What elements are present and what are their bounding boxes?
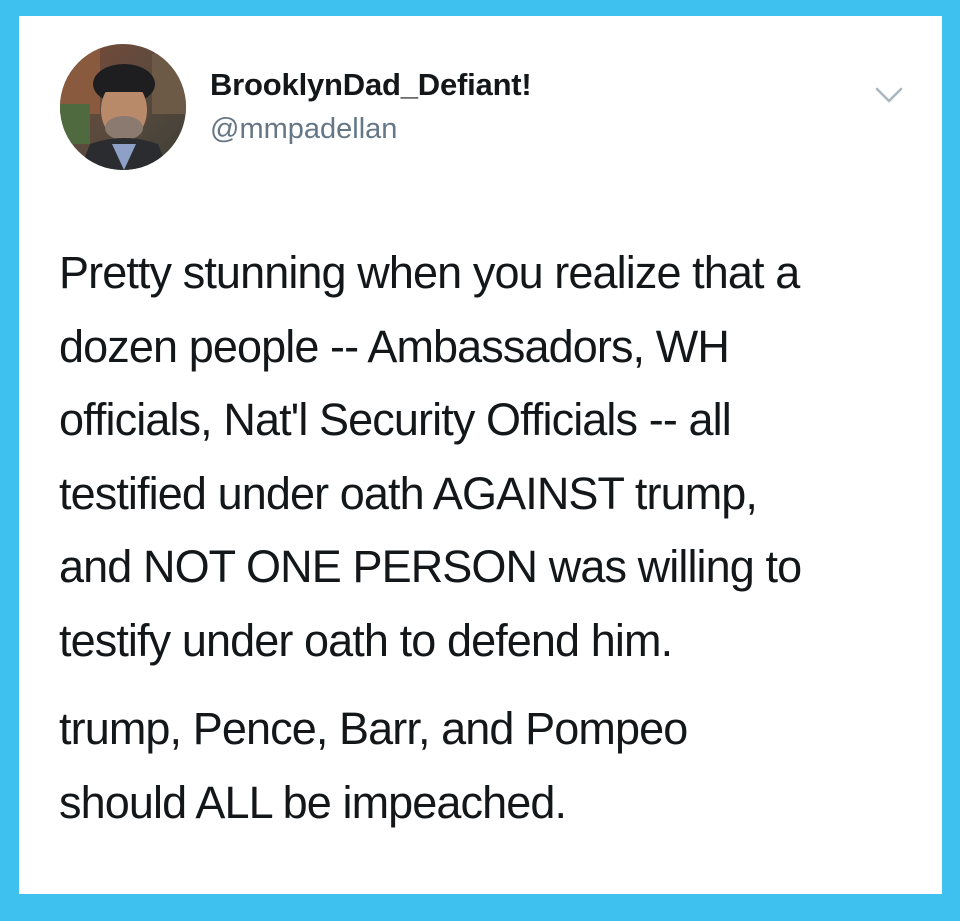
tweet-text-line: should ALL be impeached. (59, 776, 567, 828)
tweet-card: BrooklynDad_Defiant! @mmpadellan Pretty … (19, 16, 942, 894)
tweet-text-line: dozen people -- Ambassadors, WH (59, 320, 730, 372)
tweet-paragraph: trump, Pence, Barr, and Pompeo should AL… (59, 692, 929, 839)
author-handle[interactable]: @mmpadellan (210, 113, 397, 146)
tweet-body: Pretty stunning when you realize that a … (59, 236, 929, 839)
author-display-name[interactable]: BrooklynDad_Defiant! (210, 67, 532, 103)
tweet-text-line: testified under oath AGAINST trump, (59, 467, 758, 519)
avatar-photo-icon (60, 44, 186, 170)
screenshot-frame: BrooklynDad_Defiant! @mmpadellan Pretty … (0, 0, 960, 921)
tweet-paragraph: Pretty stunning when you realize that a … (59, 236, 929, 677)
tweet-text-line: trump, Pence, Barr, and Pompeo (59, 703, 688, 754)
tweet-menu-button[interactable] (872, 82, 906, 108)
user-avatar[interactable] (60, 44, 186, 170)
tweet-text-line: and NOT ONE PERSON was willing to (59, 541, 802, 592)
tweet-text-line: Pretty stunning when you realize that a (59, 247, 800, 298)
chevron-down-icon (875, 87, 903, 103)
tweet-text-line: officials, Nat'l Security Officials -- a… (59, 394, 732, 445)
tweet-text-line: testify under oath to defend him. (59, 614, 673, 666)
